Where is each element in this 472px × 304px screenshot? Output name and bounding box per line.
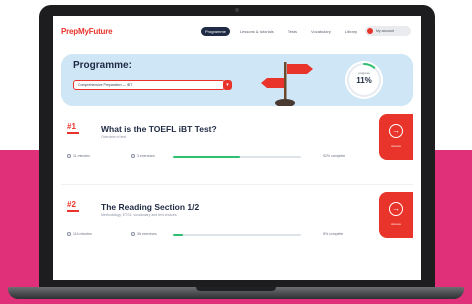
signpost-pole	[284, 62, 287, 102]
lesson-number: #1	[67, 122, 76, 131]
card-divider	[61, 184, 413, 185]
lesson-progress-fill	[173, 234, 184, 236]
lesson-subtitle: Methodology, ETS1: vocabulary and text c…	[101, 213, 177, 217]
lesson-card: #1 What is the TOEFL iBT Test? Overview …	[61, 114, 413, 180]
lesson-exercises: 3 exercises	[131, 154, 155, 158]
chevron-down-icon[interactable]: ▾	[223, 80, 232, 90]
app-screen: PrepMyFuture Programme Lessons & tutoria…	[53, 16, 421, 280]
lesson-number-underline	[67, 132, 79, 134]
access-button[interactable]: → Access	[379, 114, 413, 160]
lesson-progress-bar	[173, 234, 301, 236]
access-button-label: Access	[391, 144, 401, 148]
programme-select-value: Comprehensive Preparation — iBT	[78, 83, 133, 87]
nav-tests[interactable]: Tests	[284, 27, 301, 36]
laptop-notch	[196, 287, 276, 291]
lesson-progress-label: 52% complete	[323, 154, 346, 158]
nav-programme[interactable]: Programme	[201, 27, 230, 36]
lesson-progress-bar	[173, 156, 301, 158]
signpost-arrow-left	[261, 78, 284, 88]
lesson-duration-text: 114 minutes	[73, 232, 92, 236]
lesson-exercises-text: 36 exercises	[137, 232, 157, 236]
programme-select[interactable]: Comprehensive Preparation — iBT	[73, 80, 225, 90]
camera-dot	[235, 8, 239, 12]
progress-caption: progress	[358, 71, 370, 75]
lesson-number: #2	[67, 200, 76, 209]
nav-vocabulary[interactable]: Vocabulary	[307, 27, 335, 36]
signpost-arrow-right	[287, 64, 313, 74]
arrow-right-icon: →	[389, 124, 403, 138]
lesson-progress-fill	[173, 156, 240, 158]
programme-hero: Programme: Comprehensive Preparation — i…	[61, 54, 413, 106]
user-menu[interactable]: My account	[365, 26, 411, 36]
nav-links: Programme Lessons & tutorials Tests Voca…	[201, 27, 361, 36]
lesson-exercises: 36 exercises	[131, 232, 157, 236]
lesson-title[interactable]: The Reading Section 1/2	[101, 202, 199, 212]
lesson-progress-label: 8% complete	[323, 232, 344, 236]
lesson-number-underline	[67, 210, 79, 212]
progress-value: 11%	[356, 76, 372, 85]
access-button-label: Access	[391, 222, 401, 226]
lesson-duration: 114 minutes	[67, 232, 92, 236]
signpost-rock	[275, 99, 295, 106]
exercise-icon	[131, 232, 135, 236]
lesson-title[interactable]: What is the TOEFL iBT Test?	[101, 124, 217, 134]
lesson-duration-text: 11 minutes	[73, 154, 90, 158]
user-name: My account	[376, 28, 394, 33]
lesson-subtitle: Overview of test	[101, 135, 127, 139]
lesson-card: #2 The Reading Section 1/2 Methodology, …	[61, 192, 413, 258]
hero-title: Programme:	[73, 60, 132, 71]
brand-logo[interactable]: PrepMyFuture	[61, 27, 113, 36]
lesson-duration: 11 minutes	[67, 154, 90, 158]
access-button[interactable]: → Access	[379, 192, 413, 238]
nav-lessons[interactable]: Lessons & tutorials	[236, 27, 278, 36]
exercise-icon	[131, 154, 135, 158]
top-nav: PrepMyFuture Programme Lessons & tutoria…	[53, 16, 421, 52]
signpost-illustration	[261, 62, 313, 106]
arrow-right-icon: →	[389, 202, 403, 216]
clock-icon	[67, 154, 71, 158]
clock-icon	[67, 232, 71, 236]
avatar	[367, 28, 373, 34]
nav-library[interactable]: Library	[341, 27, 361, 36]
lesson-exercises-text: 3 exercises	[137, 154, 155, 158]
